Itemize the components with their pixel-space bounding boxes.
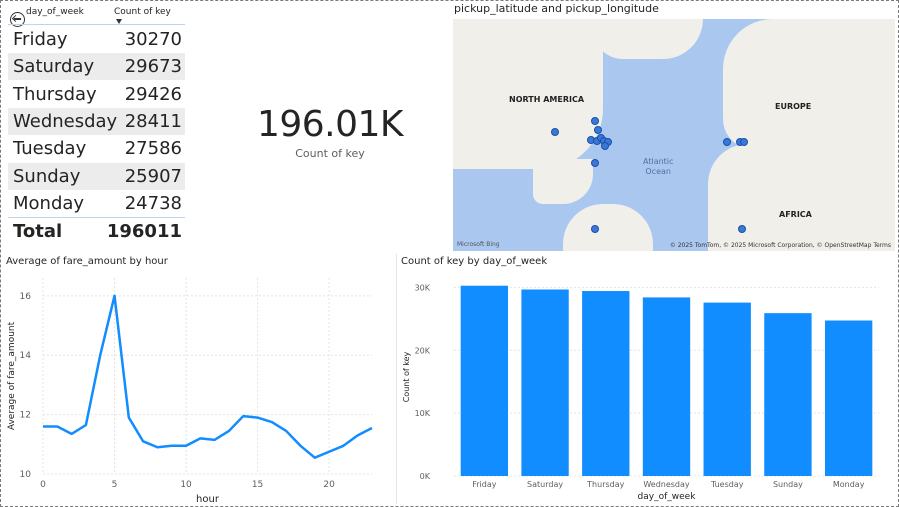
x-axis-label: hour	[196, 494, 220, 504]
x-axis-label: day_of_week	[638, 492, 697, 502]
map-pin[interactable]	[740, 138, 748, 146]
map-pin[interactable]	[591, 159, 599, 167]
land-greenland	[593, 19, 703, 59]
bar-wednesday	[642, 297, 691, 476]
label-europe: EUROPE	[775, 102, 812, 111]
y-tick-label: 30K	[415, 283, 431, 292]
map-pin[interactable]	[738, 225, 746, 233]
table-row[interactable]: Thursday 29426	[8, 81, 185, 108]
row-day: Wednesday	[13, 111, 118, 132]
row-count: 25907	[124, 166, 182, 187]
map-pin[interactable]	[591, 225, 599, 233]
row-day: Saturday	[13, 56, 95, 77]
y-axis-label: Average of fare_amount	[7, 321, 17, 430]
map-attribution[interactable]: © 2025 TomTom, © 2025 Microsoft Corporat…	[670, 242, 891, 249]
day-of-week-table[interactable]: day_of_week Count of key Friday 30270 Sa…	[4, 4, 185, 246]
y-tick-label: 16	[20, 292, 32, 302]
y-tick-label: 20K	[415, 346, 431, 355]
bar-tuesday	[703, 302, 751, 476]
y-tick-label: 14	[20, 351, 32, 361]
x-tick-label: Thursday	[586, 480, 624, 489]
map-title: pickup_latitude and pickup_longitude	[454, 2, 659, 15]
pickup-map[interactable]: pickup_latitude and pickup_longitude NOR…	[452, 2, 895, 251]
row-count: 29673	[124, 56, 182, 77]
row-count: 29426	[124, 84, 182, 105]
label-north-america: NORTH AMERICA	[509, 95, 585, 104]
total-value: 196011	[106, 221, 182, 242]
x-tick-label: Sunday	[773, 480, 803, 489]
land-south-america	[563, 204, 653, 251]
x-tick-label: Saturday	[527, 480, 563, 489]
column-header-day-of-week[interactable]: day_of_week	[26, 7, 84, 17]
table-row[interactable]: Monday 24738	[8, 190, 185, 217]
table-row[interactable]: Friday 30270	[8, 26, 185, 53]
y-tick-label: 10	[20, 470, 32, 480]
fare-by-hour-line-chart[interactable]: 10 12 14 16 0 5 10 15 20 hour Average of fare_amou…	[0, 268, 396, 504]
row-count: 24738	[124, 193, 182, 214]
x-tick-label: 0	[40, 480, 46, 490]
x-tick-label: 15	[252, 480, 263, 490]
card-value: 196.01K	[256, 104, 404, 145]
x-tick-label: Friday	[472, 480, 497, 489]
map-pin[interactable]	[723, 138, 731, 146]
bar-chart-title: Count of key by day_of_week	[401, 256, 548, 267]
total-label: Total	[13, 221, 63, 242]
row-count: 28411	[124, 111, 182, 132]
row-count: 27586	[124, 138, 182, 159]
map-frame[interactable]: NORTH AMERICA EUROPE AFRICA Atlantic Oce…	[453, 19, 895, 251]
x-tick-label: Monday	[833, 480, 865, 489]
map-provider-logo: Microsoft Bing	[457, 241, 500, 248]
label-africa: AFRICA	[779, 210, 812, 219]
y-tick-label: 12	[20, 411, 31, 421]
table-row[interactable]: Saturday 29673	[8, 53, 185, 80]
y-tick-label: 0K	[420, 472, 431, 481]
map-pin[interactable]	[551, 128, 559, 136]
bar-friday	[460, 285, 509, 476]
count-of-key-card[interactable]: 196.01K Count of key	[230, 100, 430, 180]
row-day: Thursday	[13, 84, 97, 105]
label-atlantic-ocean: Atlantic Ocean	[643, 157, 673, 177]
bar-monday	[824, 320, 873, 476]
row-day: Friday	[13, 29, 68, 50]
ocean-label-line2: Ocean	[645, 167, 671, 176]
x-tick-label: Wednesday	[643, 480, 690, 489]
card-label: Count of key	[295, 147, 365, 160]
map-pin[interactable]	[601, 142, 609, 150]
x-tick-label: 20	[323, 480, 335, 490]
bar-sunday	[764, 313, 812, 476]
fare-series-line	[43, 294, 373, 459]
land-africa	[708, 144, 895, 251]
row-day: Tuesday	[13, 138, 87, 159]
table-row[interactable]: Sunday 25907	[8, 163, 185, 190]
land-europe	[723, 19, 895, 149]
land-north-america	[453, 19, 603, 169]
table-total-row: Total 196011	[8, 217, 185, 246]
column-header-count-of-key[interactable]: Count of key	[114, 7, 171, 17]
line-chart-title: Average of fare_amount by hour	[6, 256, 168, 267]
header-divider	[8, 24, 185, 25]
count-by-day-bar-chart[interactable]: 0K 10K 20K 30K Friday Saturday Thursday Wednesd…	[397, 268, 897, 504]
map-pin[interactable]	[591, 117, 599, 125]
row-day: Sunday	[13, 166, 81, 187]
map-pin[interactable]	[594, 126, 602, 134]
bar-saturday	[521, 289, 569, 476]
table-row[interactable]: Tuesday 27586	[8, 135, 185, 162]
x-tick-label: Tuesday	[710, 480, 744, 489]
x-tick-label: 10	[180, 480, 192, 490]
y-tick-label: 10K	[415, 409, 431, 418]
row-count: 30270	[124, 29, 182, 50]
land-florida-gulf	[533, 159, 593, 204]
y-axis-label: Count of key	[402, 351, 411, 402]
ocean-label-line1: Atlantic	[643, 157, 674, 166]
bar-thursday	[582, 291, 630, 476]
table-row[interactable]: Wednesday 28411	[8, 108, 185, 135]
x-tick-label: 5	[112, 480, 118, 490]
row-day: Monday	[13, 193, 85, 214]
